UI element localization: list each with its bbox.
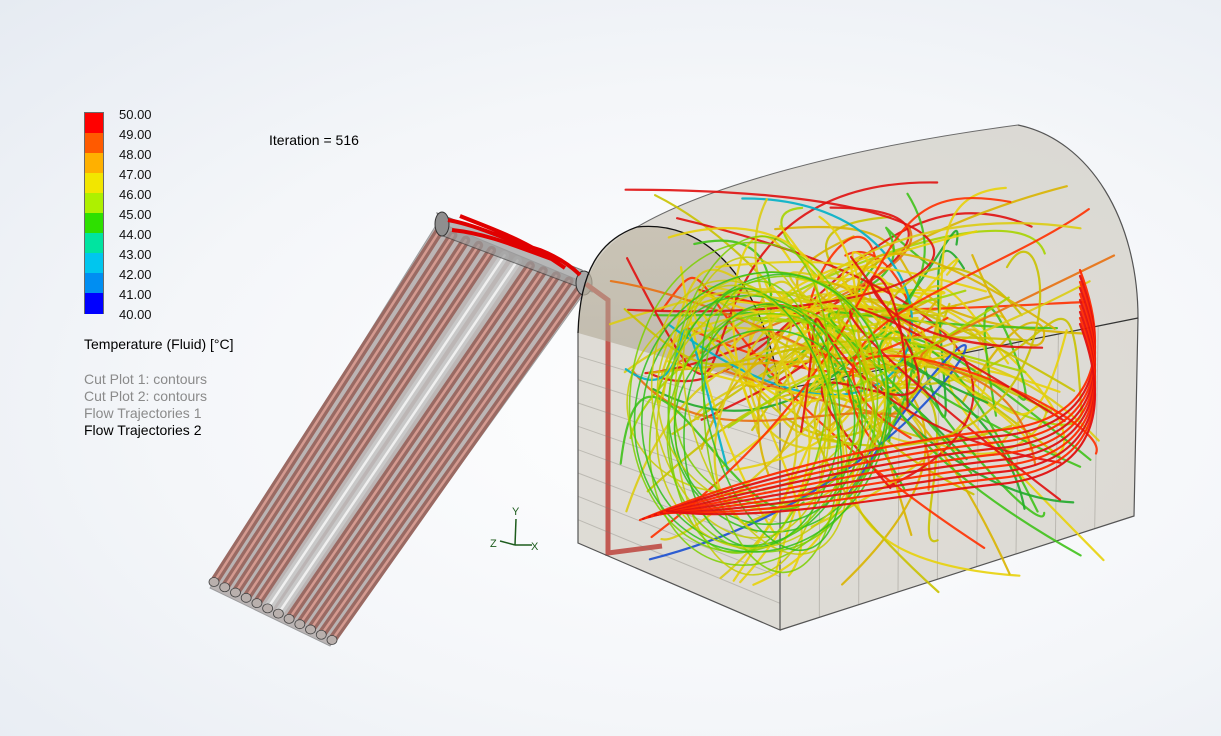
- legend-tick-label: 46.00: [119, 187, 152, 202]
- legend-title: Temperature (Fluid) [°C]: [84, 336, 234, 352]
- plot-list-item[interactable]: Flow Trajectories 1: [84, 405, 207, 422]
- tube-end: [283, 614, 295, 624]
- color-bar-segment: [85, 293, 103, 314]
- plot-list-item[interactable]: Cut Plot 1: contours: [84, 371, 207, 388]
- plot-list-item[interactable]: Flow Trajectories 2: [84, 422, 207, 439]
- tube-end: [315, 629, 327, 640]
- tube-end: [230, 587, 241, 598]
- triad-y-label: Y: [512, 506, 520, 518]
- color-bar: [84, 112, 104, 314]
- tube-end: [240, 592, 252, 603]
- plot-list-item[interactable]: Cut Plot 2: contours: [84, 388, 207, 405]
- iteration-counter: Iteration = 516: [269, 132, 359, 148]
- legend-tick-label: 43.00: [119, 247, 152, 262]
- triad-z-label: Z: [490, 538, 497, 550]
- legend-tick-label: 44.00: [119, 227, 152, 242]
- color-bar-segment: [85, 173, 103, 194]
- color-bar-segment: [85, 113, 103, 134]
- legend-tick-label: 42.00: [119, 267, 152, 282]
- axis-triad[interactable]: Y Z X: [490, 506, 539, 553]
- legend-tick-label: 48.00: [119, 147, 152, 162]
- color-bar-segment: [85, 233, 103, 254]
- legend-tick-label: 49.00: [119, 127, 152, 142]
- color-bar-segment: [85, 153, 103, 174]
- triad-x-label: X: [531, 541, 539, 553]
- tube-end: [294, 619, 306, 630]
- tube-end: [208, 577, 220, 587]
- tube-end: [262, 603, 274, 614]
- legend-tick-label: 40.00: [119, 307, 152, 322]
- color-bar-segment: [85, 253, 103, 274]
- tube-end: [219, 582, 231, 593]
- tube-end: [272, 608, 284, 619]
- legend-tick-label: 41.00: [119, 287, 152, 302]
- legend-tick-label: 47.00: [119, 167, 152, 182]
- solar-collector: [208, 211, 593, 647]
- 3d-viewport[interactable]: Y Z X: [0, 0, 1221, 736]
- tube-end: [305, 624, 316, 635]
- color-bar-segment: [85, 193, 103, 214]
- color-bar-segment: [85, 273, 103, 294]
- tube-end: [326, 635, 338, 645]
- color-bar-segment: [85, 133, 103, 154]
- plot-list: Cut Plot 1: contours Cut Plot 2: contours…: [84, 371, 207, 439]
- tube-end: [251, 598, 263, 608]
- legend-tick-label: 50.00: [119, 107, 152, 122]
- color-bar-segment: [85, 213, 103, 234]
- legend-tick-label: 45.00: [119, 207, 152, 222]
